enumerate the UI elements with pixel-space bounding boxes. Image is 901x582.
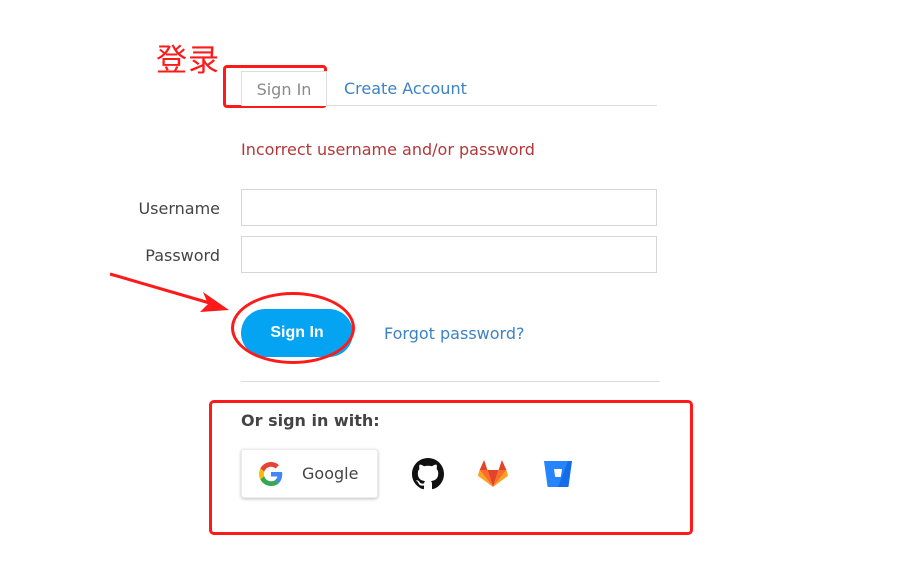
- section-divider: [241, 381, 660, 382]
- google-label: Google: [302, 464, 359, 483]
- google-icon: [259, 461, 283, 486]
- forgot-password-link[interactable]: Forgot password?: [384, 324, 524, 343]
- bitbucket-icon[interactable]: [542, 458, 574, 490]
- error-message: Incorrect username and/or password: [241, 140, 535, 159]
- username-input[interactable]: [241, 189, 657, 226]
- tab-create-account[interactable]: Create Account: [344, 79, 467, 98]
- password-input[interactable]: [241, 236, 657, 273]
- annotation-arrow-icon: [109, 272, 229, 312]
- gitlab-icon[interactable]: [477, 458, 509, 490]
- annotation-label: 登录: [156, 43, 220, 79]
- social-heading: Or sign in with:: [241, 411, 380, 430]
- username-label: Username: [138, 199, 220, 218]
- github-icon[interactable]: [412, 458, 444, 490]
- password-label: Password: [145, 246, 220, 265]
- google-sign-in-button[interactable]: Google: [241, 449, 378, 498]
- tab-sign-in[interactable]: Sign In: [241, 71, 327, 106]
- annotation-ellipse-sign-in: [231, 292, 355, 364]
